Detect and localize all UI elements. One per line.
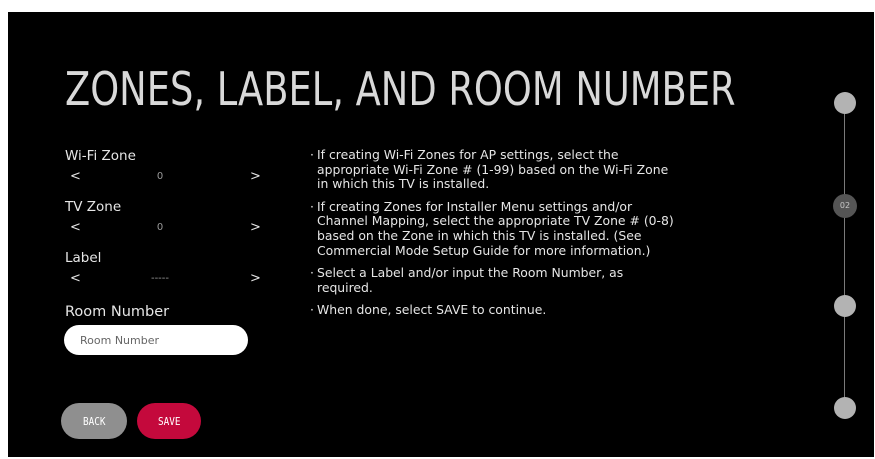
- tv-zone-value: 0: [156, 222, 164, 233]
- instruction-item: If creating Zones for Installer Menu set…: [310, 199, 680, 258]
- back-button-label: BACK: [82, 414, 106, 428]
- step-1-dot: [834, 92, 856, 114]
- label-value: -----: [150, 273, 170, 284]
- step-3-dot: [834, 295, 856, 317]
- wifi-zone-selector: < 0 >: [65, 169, 265, 185]
- tv-zone-label: TV Zone: [65, 199, 122, 215]
- tv-zone-next-arrow-icon[interactable]: >: [250, 220, 261, 235]
- wifi-zone-label: Wi-Fi Zone: [65, 148, 136, 164]
- step-progress-line: [844, 102, 845, 408]
- label-field-label: Label: [65, 250, 102, 266]
- wifi-zone-value: 0: [156, 171, 164, 182]
- tv-zone-prev-arrow-icon[interactable]: <: [70, 220, 81, 235]
- wifi-zone-next-arrow-icon[interactable]: >: [250, 169, 261, 184]
- wifi-zone-prev-arrow-icon[interactable]: <: [70, 169, 81, 184]
- instruction-item: If creating Wi-Fi Zones for AP settings,…: [310, 147, 680, 192]
- label-selector: < ----- >: [65, 271, 265, 287]
- page-title: ZONES, LABEL, AND ROOM NUMBER: [65, 62, 736, 116]
- label-next-arrow-icon[interactable]: >: [250, 271, 261, 286]
- save-button[interactable]: SAVE: [137, 403, 201, 439]
- instructions-list: If creating Wi-Fi Zones for AP settings,…: [310, 147, 680, 326]
- instruction-item: Select a Label and/or input the Room Num…: [310, 265, 680, 295]
- back-button[interactable]: BACK: [61, 403, 127, 439]
- step-2-dot-active: 02: [833, 194, 857, 218]
- step-4-dot: [834, 397, 856, 419]
- instruction-item: When done, select SAVE to continue.: [310, 303, 680, 318]
- tv-zone-selector: < 0 >: [65, 220, 265, 236]
- label-prev-arrow-icon[interactable]: <: [70, 271, 81, 286]
- room-number-input[interactable]: [64, 325, 248, 355]
- save-button-label: SAVE: [157, 414, 181, 428]
- room-number-label: Room Number: [65, 304, 170, 320]
- tv-setup-screen: ZONES, LABEL, AND ROOM NUMBER Wi-Fi Zone…: [8, 12, 874, 457]
